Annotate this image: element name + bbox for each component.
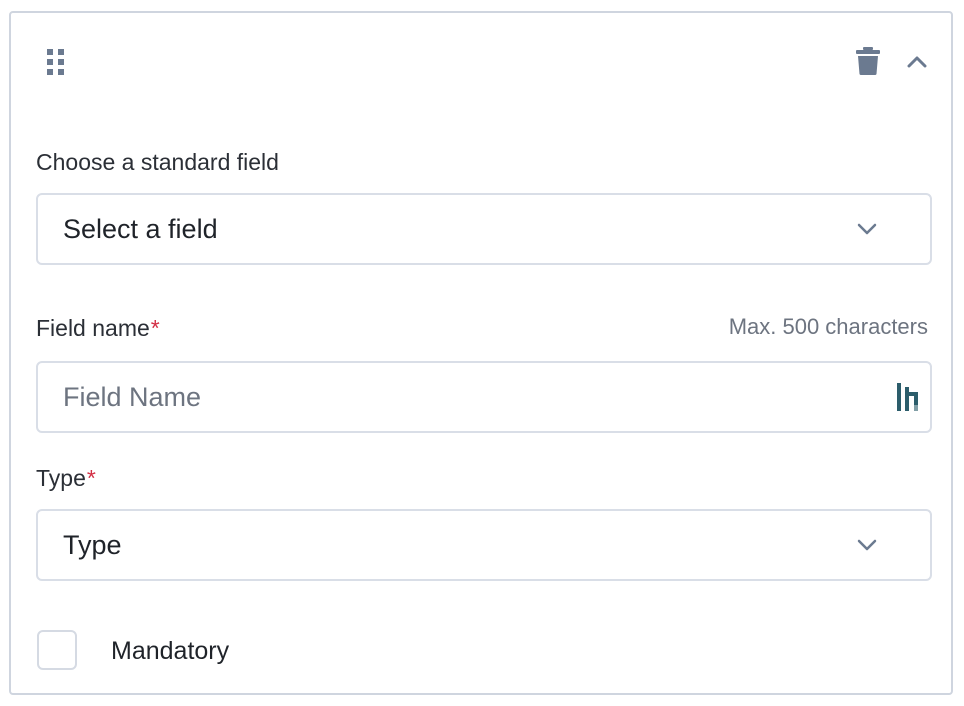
mandatory-checkbox[interactable] xyxy=(37,630,77,670)
type-selected: Type xyxy=(63,529,122,560)
trash-icon xyxy=(856,47,880,75)
required-marker: * xyxy=(150,315,160,341)
chevron-down-icon xyxy=(857,223,877,235)
delete-button[interactable] xyxy=(853,45,883,77)
standard-field-select[interactable]: Select a field xyxy=(36,193,932,265)
chevron-down-icon xyxy=(857,539,877,551)
drag-handle-icon[interactable] xyxy=(47,49,65,75)
standard-field-selected: Select a field xyxy=(63,213,218,244)
chevron-up-icon xyxy=(907,56,927,68)
standard-field-label: Choose a standard field xyxy=(36,149,279,175)
field-name-field[interactable] xyxy=(36,361,932,433)
field-name-input[interactable] xyxy=(63,381,863,413)
field-card: Choose a standard field Select a field F… xyxy=(9,11,953,695)
mandatory-label[interactable]: Mandatory xyxy=(111,637,229,666)
field-name-label: Field name* xyxy=(36,315,160,341)
field-name-hint: Max. 500 characters xyxy=(728,314,928,339)
brand-logo-icon xyxy=(897,383,918,411)
required-marker: * xyxy=(86,465,96,491)
collapse-button[interactable] xyxy=(903,49,931,75)
type-label: Type* xyxy=(36,465,96,491)
type-select[interactable]: Type xyxy=(36,509,932,581)
